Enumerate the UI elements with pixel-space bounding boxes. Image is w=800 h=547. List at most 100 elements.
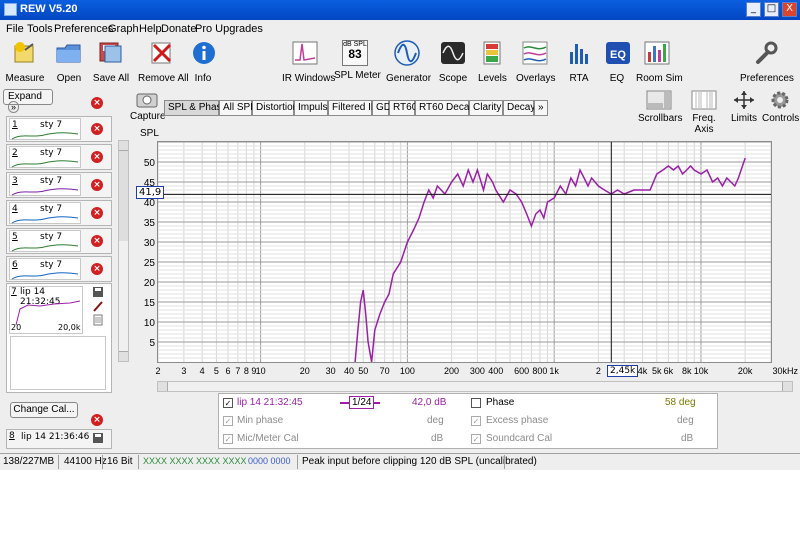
- pen-icon[interactable]: [92, 300, 104, 312]
- menu-file[interactable]: File: [6, 23, 24, 35]
- close-icon[interactable]: ×: [91, 207, 103, 219]
- close-icon[interactable]: ×: [91, 97, 103, 109]
- measurement-trace: [11, 216, 79, 224]
- eq-button[interactable]: EQ EQ: [604, 40, 630, 86]
- scope-icon: [441, 42, 465, 64]
- notes-icon[interactable]: [92, 314, 104, 326]
- svg-text:EQ: EQ: [610, 49, 626, 61]
- change-cal-button[interactable]: Change Cal...: [10, 402, 78, 418]
- tab-gd[interactable]: GD: [372, 100, 391, 116]
- maximize-button[interactable]: □: [764, 2, 779, 17]
- limits-icon: [734, 91, 754, 109]
- min-phase-checkbox[interactable]: ✓: [223, 416, 233, 426]
- notes-area[interactable]: [10, 336, 106, 390]
- menu-graph[interactable]: Graph: [108, 23, 139, 35]
- measurement-row[interactable]: 6 sty 7 ×: [6, 256, 112, 282]
- soundcard-cal-label: Soundcard Cal: [486, 433, 553, 444]
- info-button[interactable]: Info: [190, 40, 216, 86]
- tab-filtered-ir[interactable]: Filtered IR: [328, 100, 378, 116]
- close-icon[interactable]: ×: [91, 235, 103, 247]
- capture-button[interactable]: Capture: [130, 90, 166, 122]
- y-tick-label: 25: [144, 258, 156, 269]
- x-tick-label: 2: [155, 366, 160, 376]
- measure-button[interactable]: Measure: [4, 40, 46, 86]
- tab-distortion[interactable]: Distortion: [252, 100, 298, 116]
- spl-graph[interactable]: [157, 141, 772, 363]
- horizontal-scrollbar[interactable]: [157, 381, 793, 392]
- selected-num: 7: [11, 287, 17, 297]
- generator-icon: [394, 40, 420, 66]
- close-icon[interactable]: ×: [91, 151, 103, 163]
- x-tick-label: 6k: [664, 366, 674, 376]
- wrench-icon: [756, 41, 778, 64]
- smoothing-value[interactable]: 1/24: [349, 396, 375, 409]
- selected-measurement[interactable]: 7 lip 14 21:32:45 20 20,0k: [6, 283, 112, 393]
- minimize-button[interactable]: _: [746, 2, 761, 17]
- close-window-button[interactable]: X: [782, 2, 797, 17]
- save-measurement-icon[interactable]: [92, 432, 104, 444]
- measurement-row-8[interactable]: 8 lip 14 21:36:46: [6, 429, 112, 449]
- tab-rt60-decay[interactable]: RT60 Decay: [415, 100, 474, 116]
- phase-checkbox[interactable]: [471, 398, 481, 408]
- tab-clarity[interactable]: Clarity: [469, 100, 503, 116]
- menu-tools[interactable]: Tools: [27, 23, 53, 35]
- phase-label: Phase: [486, 397, 515, 408]
- x-tick-label: 7: [235, 366, 240, 376]
- measurement-row[interactable]: 1 sty 7 ×: [6, 116, 112, 142]
- preferences-button[interactable]: Preferences: [740, 40, 794, 86]
- trace-visible-checkbox[interactable]: ✓: [223, 398, 233, 408]
- room-sim-button[interactable]: Room Sim: [636, 40, 683, 86]
- trace-info-panel: ✓ lip 14 21:32:45 1/24 42,0 dB Phase 58 …: [218, 393, 718, 449]
- close-icon[interactable]: ×: [91, 179, 103, 191]
- measurement-row[interactable]: 2 sty 7 ×: [6, 144, 112, 170]
- controls-button[interactable]: Controls: [762, 90, 799, 124]
- spl-plot[interactable]: [157, 141, 772, 363]
- scope-button[interactable]: Scope: [438, 40, 468, 86]
- mic-cal-checkbox[interactable]: ✓: [223, 434, 233, 444]
- menu-pro-upgrades[interactable]: Pro Upgrades: [195, 23, 263, 35]
- remove-all-button[interactable]: Remove All: [138, 40, 189, 86]
- measurement-row[interactable]: 3 sty 7 ×: [6, 172, 112, 198]
- open-button[interactable]: Open: [52, 40, 86, 86]
- menu-help[interactable]: Help: [139, 23, 162, 35]
- measurement-row[interactable]: 5 sty 7 ×: [6, 228, 112, 254]
- menu-preferences[interactable]: Preferences: [54, 23, 113, 35]
- close-icon[interactable]: ×: [91, 123, 103, 135]
- app-icon: [4, 3, 17, 16]
- trace-level: 42,0 dB: [412, 397, 447, 408]
- soundcard-cal-checkbox[interactable]: ✓: [471, 434, 481, 444]
- tab-decay[interactable]: Decay: [503, 100, 535, 116]
- close-icon[interactable]: ×: [91, 414, 103, 426]
- x-tick-label: 200: [444, 366, 459, 376]
- tab-all-spl[interactable]: All SPL: [219, 100, 256, 116]
- x-tick-label: 10k: [694, 366, 709, 376]
- soundcard-cal-unit: dB: [681, 433, 694, 444]
- freq-axis-button[interactable]: Freq. Axis: [682, 90, 726, 135]
- save-measurement-icon[interactable]: [92, 286, 104, 298]
- tab-spl-phase[interactable]: SPL & Phase: [164, 100, 227, 116]
- tab-impulse[interactable]: Impulse: [294, 100, 333, 116]
- limits-button[interactable]: Limits: [730, 90, 758, 124]
- levels-label: Levels: [478, 73, 507, 84]
- excess-phase-checkbox[interactable]: ✓: [471, 416, 481, 426]
- menu-donate[interactable]: Donate: [161, 23, 196, 35]
- close-icon[interactable]: ×: [91, 263, 103, 275]
- overlays-button[interactable]: Overlays: [516, 40, 555, 86]
- selected-thumbnail: 7 lip 14 21:32:45 20 20,0k: [9, 286, 83, 334]
- generator-button[interactable]: Generator: [386, 40, 431, 86]
- save-all-button[interactable]: Save All: [92, 40, 130, 86]
- tab-rt60[interactable]: RT60: [389, 100, 417, 116]
- ir-windows-button[interactable]: IR Windows: [282, 40, 335, 86]
- tab-more[interactable]: »: [534, 100, 548, 116]
- input-meter: XXXX XXXX XXXX XXXX: [143, 456, 247, 466]
- expand-button[interactable]: Expand »: [3, 89, 53, 113]
- ir-windows-icon: [292, 41, 318, 65]
- y-tick-label: 30: [144, 238, 156, 249]
- scrollbars-button[interactable]: Scrollbars: [638, 90, 682, 124]
- levels-button[interactable]: Levels: [478, 40, 507, 86]
- x-tick-label: 4k: [638, 366, 648, 376]
- rta-button[interactable]: RTA: [566, 40, 592, 86]
- spl-meter-button[interactable]: dB SPL 83 SPL Meter: [334, 40, 381, 86]
- room-sim-label: Room Sim: [636, 73, 683, 84]
- measurement-row[interactable]: 4 sty 7 ×: [6, 200, 112, 226]
